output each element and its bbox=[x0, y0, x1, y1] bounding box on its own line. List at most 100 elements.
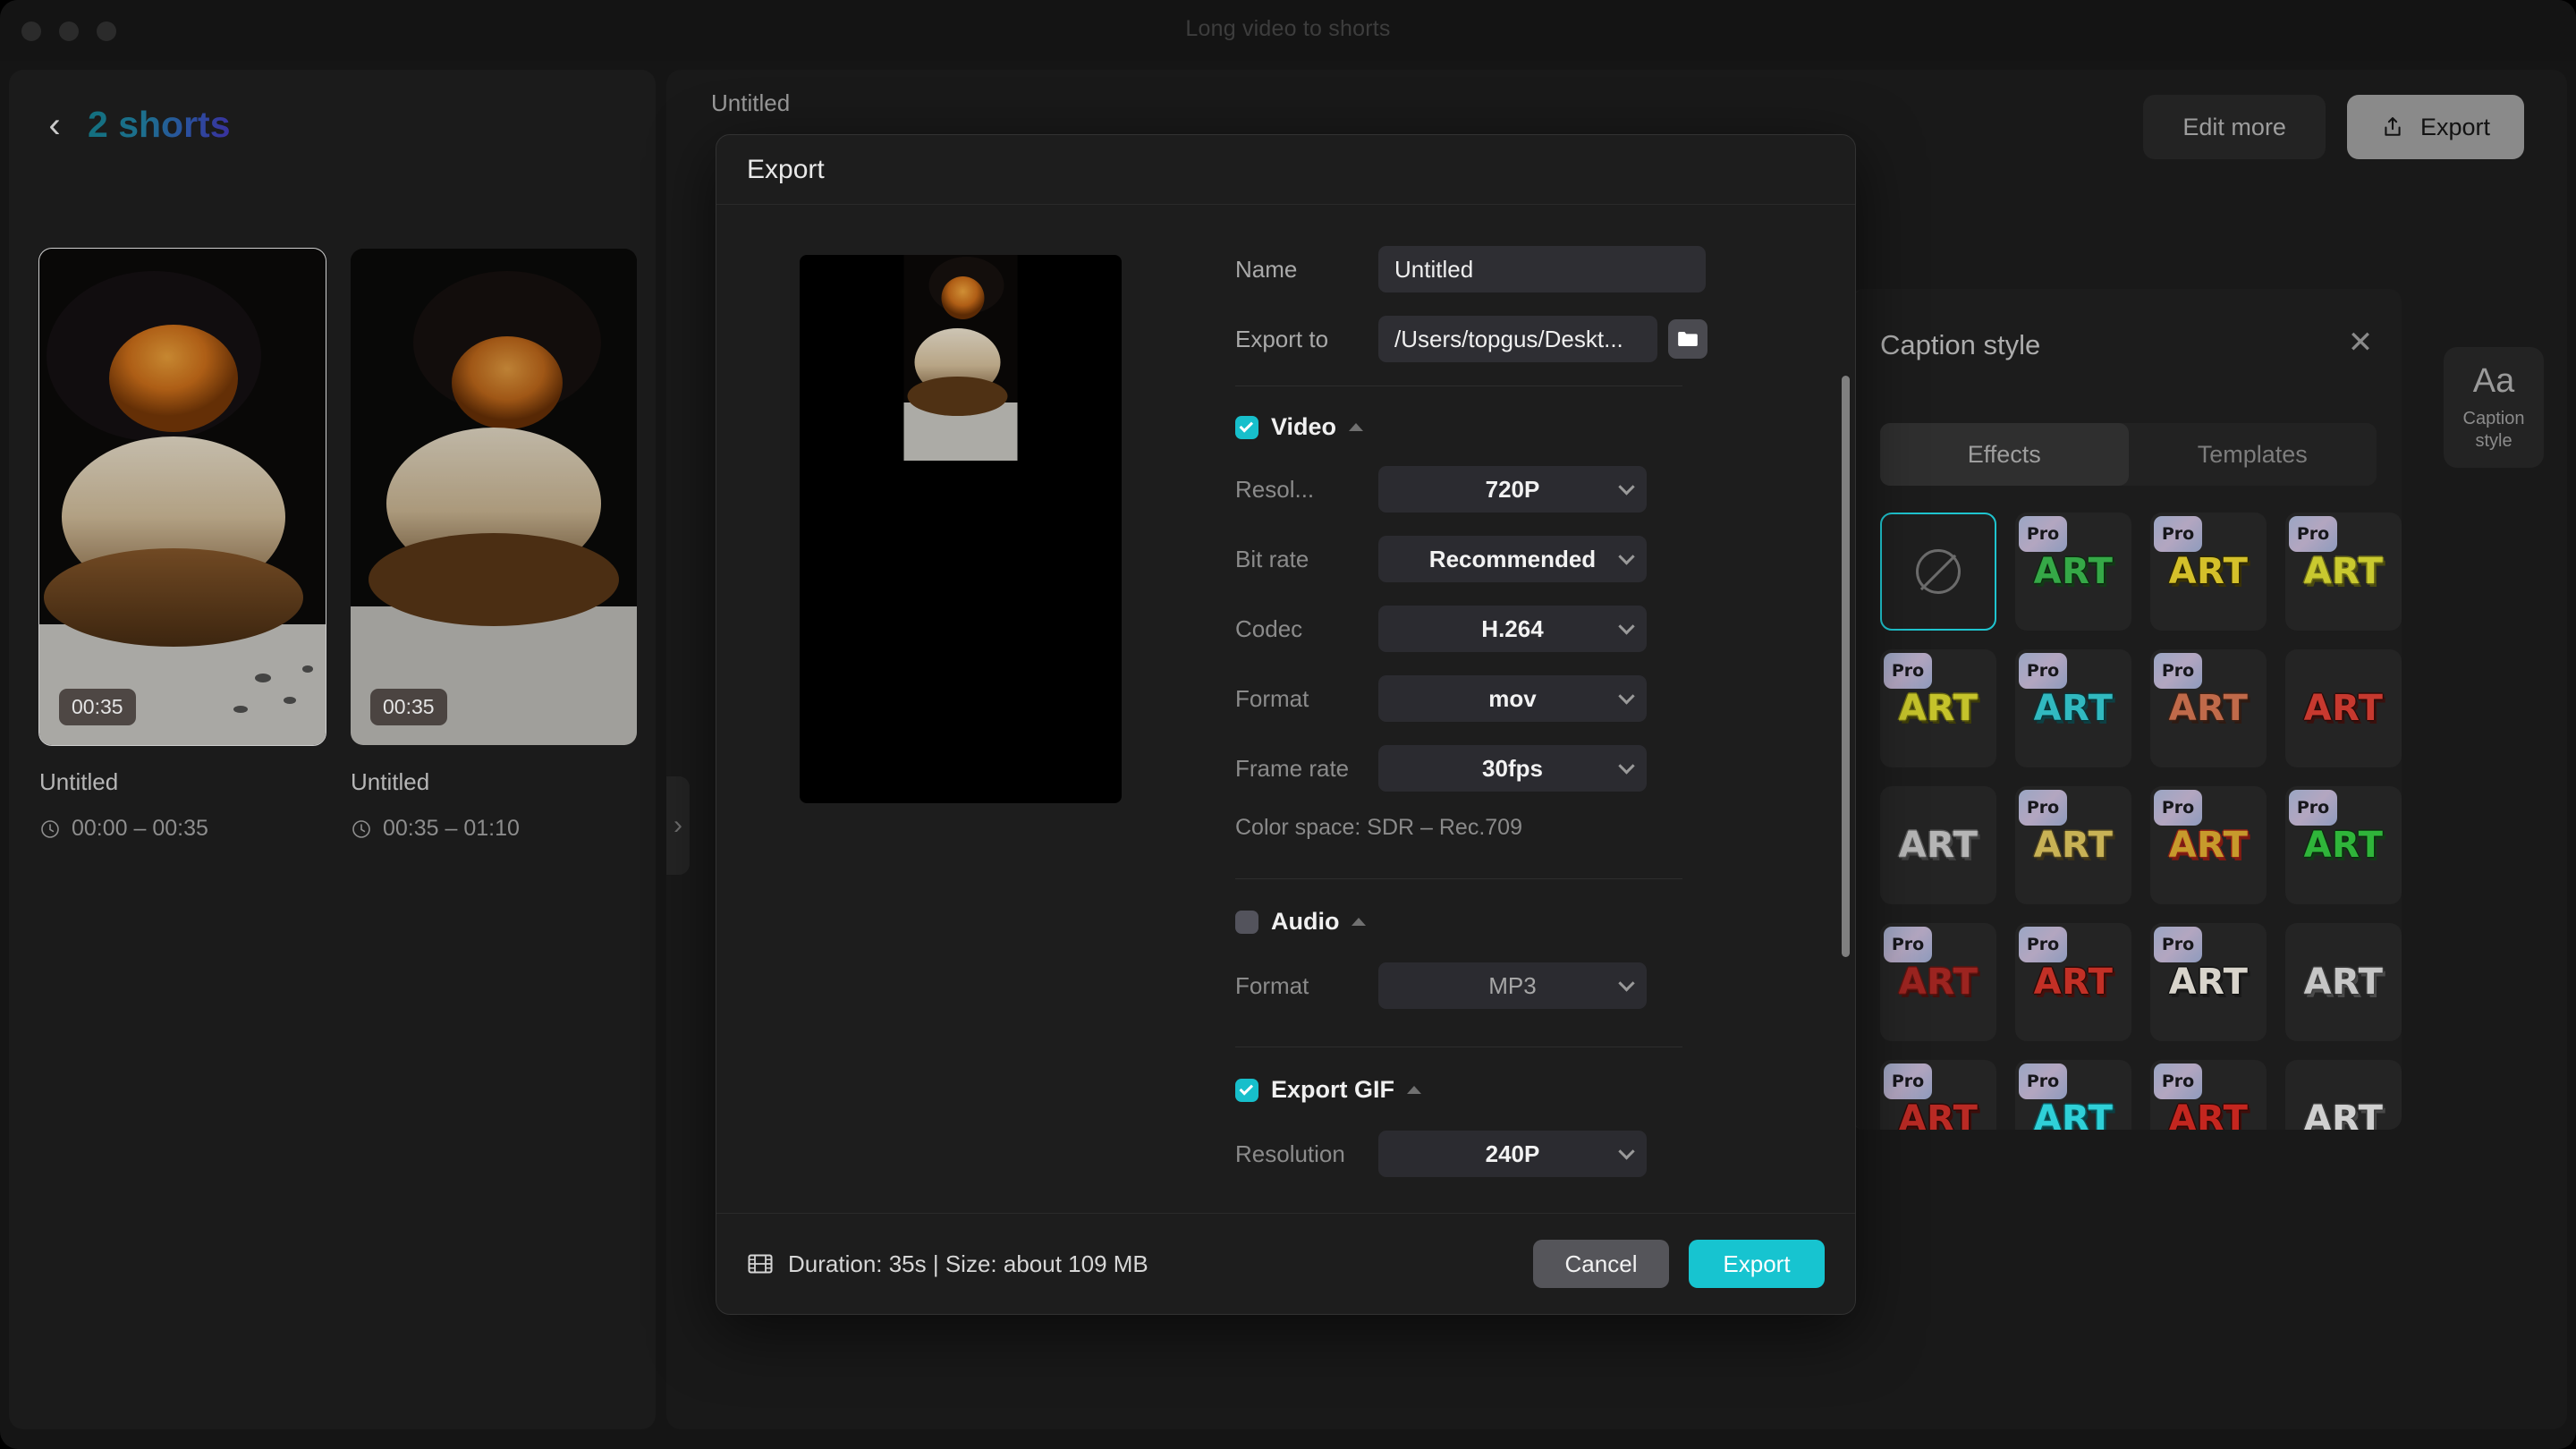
cancel-button-label: Cancel bbox=[1565, 1250, 1638, 1278]
caret-up-icon[interactable] bbox=[1407, 1086, 1421, 1094]
caption-style-preview-text: ART bbox=[1899, 962, 1979, 1003]
folder-icon[interactable] bbox=[1668, 319, 1707, 359]
tab-templates[interactable]: Templates bbox=[2129, 423, 2377, 486]
chevron-down-icon bbox=[1618, 548, 1634, 564]
pro-badge: Pro bbox=[2289, 516, 2337, 552]
film-icon bbox=[747, 1252, 774, 1275]
framerate-select[interactable]: 30fps bbox=[1378, 745, 1647, 792]
preview-image bbox=[903, 255, 1017, 461]
caption-style-tile[interactable]: ARTPro bbox=[2285, 513, 2402, 631]
export-button[interactable]: Export bbox=[2347, 95, 2524, 159]
rail-label-line2: style bbox=[2475, 431, 2512, 451]
short-name: Untitled bbox=[39, 768, 326, 796]
video-section-header: Video bbox=[1235, 413, 1824, 441]
caption-style-preview-text: ART bbox=[2304, 1098, 2384, 1130]
short-thumbnail[interactable]: 00:35 bbox=[351, 249, 637, 745]
color-space-note: Color space: SDR – Rec.709 bbox=[1235, 815, 1824, 841]
pro-badge: Pro bbox=[1884, 927, 1932, 962]
caption-style-tile[interactable]: ARTPro bbox=[2015, 1060, 2131, 1130]
caption-style-tile[interactable]: ARTPro bbox=[2150, 1060, 2267, 1130]
preview-video bbox=[903, 255, 1017, 461]
caption-style-tile[interactable]: ART bbox=[2285, 1060, 2402, 1130]
pro-badge: Pro bbox=[2154, 516, 2202, 552]
gif-checkbox[interactable] bbox=[1235, 1079, 1258, 1102]
thumbnail-image bbox=[39, 249, 326, 745]
caption-style-tile[interactable]: ARTPro bbox=[2015, 786, 2131, 904]
caption-style-tile[interactable]: ARTPro bbox=[2015, 513, 2131, 631]
pro-badge: Pro bbox=[2019, 790, 2067, 826]
tab-templates-label: Templates bbox=[2198, 441, 2308, 469]
caption-style-tile[interactable]: ARTPro bbox=[2285, 786, 2402, 904]
caption-style-preview-text: ART bbox=[2304, 688, 2384, 729]
caption-style-tile[interactable]: ARTPro bbox=[1880, 1060, 1996, 1130]
edit-more-button[interactable]: Edit more bbox=[2143, 95, 2326, 159]
document-title: Untitled bbox=[711, 89, 790, 117]
caption-style-tile[interactable]: ARTPro bbox=[2150, 786, 2267, 904]
caption-style-tile[interactable]: ARTPro bbox=[1880, 923, 1996, 1041]
short-thumbnail[interactable]: 00:35 bbox=[39, 249, 326, 745]
framerate-label: Frame rate bbox=[1235, 755, 1378, 783]
export-confirm-label: Export bbox=[1723, 1250, 1790, 1278]
audio-section-header: Audio bbox=[1235, 908, 1824, 936]
gif-resolution-select[interactable]: 240P bbox=[1378, 1131, 1647, 1177]
export-confirm-button[interactable]: Export bbox=[1689, 1240, 1825, 1288]
list-item[interactable]: 00:35 Untitled 00:35 – 01:10 bbox=[351, 249, 637, 842]
caption-style-tile[interactable]: ARTPro bbox=[2015, 649, 2131, 767]
close-icon[interactable]: ✕ bbox=[2344, 326, 2377, 359]
caption-style-tile[interactable]: ARTPro bbox=[2150, 649, 2267, 767]
cancel-button[interactable]: Cancel bbox=[1533, 1240, 1669, 1288]
caption-style-tile[interactable]: ART bbox=[2285, 923, 2402, 1041]
bitrate-label: Bit rate bbox=[1235, 546, 1378, 573]
caret-up-icon[interactable] bbox=[1352, 918, 1366, 926]
name-label: Name bbox=[1235, 256, 1378, 284]
thumbnail-image bbox=[351, 249, 637, 745]
pro-badge: Pro bbox=[2154, 1063, 2202, 1099]
form-scrollbar[interactable] bbox=[1842, 376, 1850, 957]
resolution-value: 720P bbox=[1486, 476, 1540, 504]
caption-style-tile[interactable]: ARTPro bbox=[2015, 923, 2131, 1041]
caption-style-tile[interactable]: ARTPro bbox=[2150, 513, 2267, 631]
audio-checkbox[interactable] bbox=[1235, 911, 1258, 934]
caption-style-tile[interactable]: ARTPro bbox=[1880, 649, 1996, 767]
export-to-row: Export to bbox=[1235, 316, 1824, 362]
video-section-label: Video bbox=[1271, 413, 1336, 441]
caption-style-preview-text: ART bbox=[2034, 962, 2114, 1003]
name-input[interactable] bbox=[1378, 246, 1706, 292]
video-checkbox[interactable] bbox=[1235, 416, 1258, 439]
pro-badge: Pro bbox=[1884, 1063, 1932, 1099]
short-name: Untitled bbox=[351, 768, 637, 796]
codec-select[interactable]: H.264 bbox=[1378, 606, 1647, 652]
codec-value: H.264 bbox=[1481, 615, 1543, 643]
pro-badge: Pro bbox=[2019, 1063, 2067, 1099]
chevron-left-icon[interactable]: ‹ bbox=[39, 106, 70, 144]
resolution-select[interactable]: 720P bbox=[1378, 466, 1647, 513]
caption-style-panel: Caption style ✕ Effects Templates ARTPro… bbox=[1852, 289, 2402, 1130]
bitrate-select[interactable]: Recommended bbox=[1378, 536, 1647, 582]
export-form-column: Name Export to Video bbox=[1204, 206, 1855, 1213]
audio-format-select[interactable]: MP3 bbox=[1378, 962, 1647, 1009]
framerate-row: Frame rate 30fps bbox=[1235, 745, 1824, 792]
caption-style-preview-text: ART bbox=[2169, 1098, 2249, 1130]
caption-style-tile[interactable] bbox=[1880, 513, 1996, 631]
tab-effects-label: Effects bbox=[1968, 441, 2041, 469]
caption-style-tile[interactable]: ART bbox=[2285, 649, 2402, 767]
tab-effects[interactable]: Effects bbox=[1880, 423, 2129, 486]
dialog-footer: Duration: 35s | Size: about 109 MB Cance… bbox=[716, 1213, 1855, 1314]
chevron-right-icon[interactable]: › bbox=[666, 776, 690, 875]
titlebar: Long video to shorts bbox=[0, 0, 2576, 61]
caption-style-tile[interactable]: ARTPro bbox=[2150, 923, 2267, 1041]
shorts-sidebar: ‹ 2 shorts bbox=[9, 70, 656, 1429]
chevron-down-icon bbox=[1618, 975, 1634, 991]
caption-style-tabs: Effects Templates bbox=[1880, 423, 2377, 486]
export-info: Duration: 35s | Size: about 109 MB bbox=[747, 1250, 1148, 1278]
caption-style-rail-button[interactable]: Aa Caption style bbox=[2444, 347, 2544, 468]
dialog-header: Export bbox=[716, 135, 1855, 205]
list-item[interactable]: 00:35 Untitled 00:00 – 00:35 bbox=[39, 249, 326, 842]
caret-up-icon[interactable] bbox=[1349, 423, 1363, 431]
export-path-input[interactable] bbox=[1378, 316, 1657, 362]
caption-style-tile[interactable]: ART bbox=[1880, 786, 1996, 904]
short-range-label: 00:35 – 01:10 bbox=[383, 816, 520, 842]
caption-style-preview-text: ART bbox=[2304, 962, 2384, 1003]
format-select[interactable]: mov bbox=[1378, 675, 1647, 722]
audio-format-label: Format bbox=[1235, 972, 1378, 1000]
